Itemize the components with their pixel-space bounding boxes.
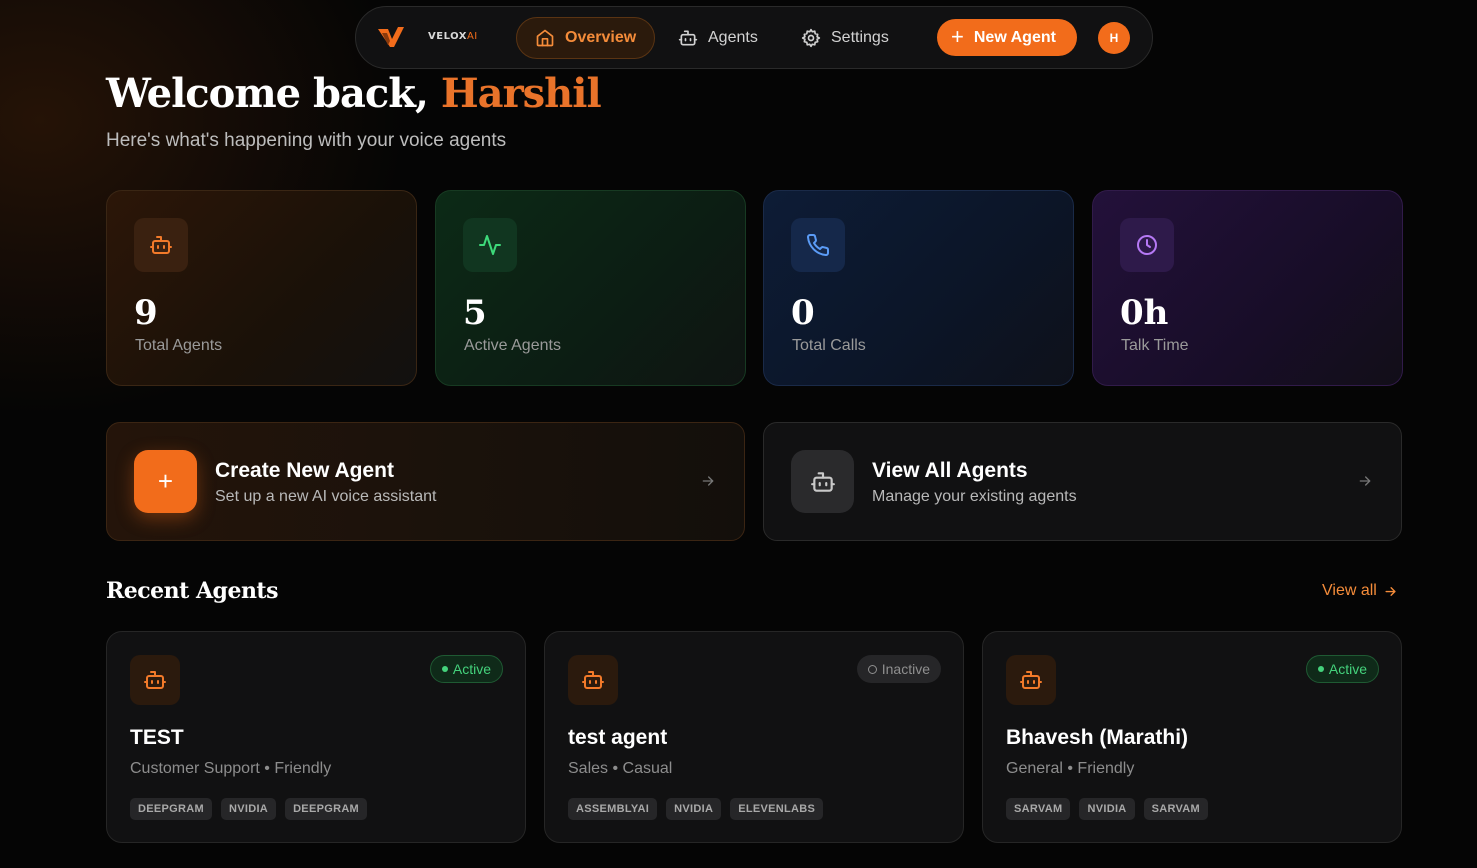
new-agent-label: New Agent — [973, 28, 1056, 46]
nav-item-label: Overview — [565, 29, 637, 46]
agent-name: test agent — [568, 726, 668, 749]
bot-icon — [568, 655, 618, 705]
status-label: Active — [1328, 661, 1367, 677]
brand-logo-ai: AI — [466, 31, 478, 42]
stat-value: 0 — [791, 293, 815, 333]
stat-label: Active Agents — [464, 337, 561, 354]
status-label: Active — [452, 661, 491, 677]
action-title: View All Agents — [872, 459, 1028, 482]
provider-tag: DEEPGRAM — [130, 798, 212, 820]
agent-name: TEST — [130, 726, 184, 749]
status-badge: Inactive — [856, 655, 941, 683]
user-name: Harshil — [440, 70, 602, 117]
clock-icon — [1120, 218, 1174, 272]
provider-tag: DEEPGRAM — [285, 798, 368, 820]
stat-card-total-calls: 0 Total Calls — [763, 190, 1074, 386]
plus-icon: + — [951, 23, 964, 49]
arrow-right-icon — [702, 476, 714, 486]
page-title: Welcome back, Harshil — [106, 70, 602, 117]
provider-tag: ASSEMBLYAI — [568, 798, 658, 820]
recent-agents-heading: Recent Agents — [106, 578, 278, 604]
stat-label: Total Calls — [792, 337, 866, 354]
bot-icon — [134, 218, 188, 272]
agent-name: Bhavesh (Marathi) — [1006, 726, 1189, 749]
velox-logo-icon[interactable] — [376, 25, 406, 51]
bot-icon — [130, 655, 180, 705]
home-icon — [536, 29, 554, 47]
nav-item-label: Agents — [708, 29, 758, 46]
provider-tag: NVIDIA — [666, 798, 722, 820]
new-agent-button[interactable]: + New Agent — [937, 19, 1077, 56]
agent-card[interactable]: Active Bhavesh (Marathi) General • Frien… — [982, 631, 1402, 843]
action-title: Create New Agent — [215, 459, 394, 482]
action-description: Set up a new AI voice assistant — [215, 488, 437, 505]
stat-label: Total Agents — [135, 337, 223, 354]
page-subtitle: Here's what's happening with your voice … — [106, 130, 507, 151]
nav-item-agents[interactable]: Agents — [678, 17, 758, 59]
phone-icon — [791, 218, 845, 272]
agent-card[interactable]: Inactive test agent Sales • Casual ASSEM… — [544, 631, 964, 843]
gear-icon — [801, 28, 821, 48]
stat-value: 5 — [463, 293, 487, 333]
brand-logo-text[interactable]: VELOXAI — [428, 31, 478, 42]
status-circle-icon — [867, 664, 877, 674]
provider-tags: ASSEMBLYAI NVIDIA ELEVENLABS — [568, 798, 824, 820]
arrow-right-icon — [1359, 476, 1371, 486]
nav-item-label: Settings — [831, 29, 889, 46]
top-nav: VELOXAI Overview Agents Settings + New A… — [355, 6, 1153, 69]
create-new-agent-card[interactable]: + Create New Agent Set up a new AI voice… — [106, 422, 745, 541]
brand-logo-velox: VELOX — [428, 31, 467, 42]
view-all-agents-card[interactable]: View All Agents Manage your existing age… — [763, 422, 1402, 541]
bot-icon — [791, 450, 854, 513]
stat-label: Talk Time — [1121, 337, 1189, 354]
activity-icon — [463, 218, 517, 272]
provider-tag: ELEVENLABS — [730, 798, 824, 820]
status-dot-icon — [1317, 666, 1324, 672]
bot-icon — [1006, 655, 1056, 705]
stat-value: 0h — [1120, 293, 1169, 333]
stat-card-total-agents: 9 Total Agents — [106, 190, 417, 386]
agent-card[interactable]: Active TEST Customer Support • Friendly … — [106, 631, 526, 843]
status-label: Inactive — [881, 661, 930, 677]
agent-meta: Customer Support • Friendly — [130, 760, 332, 777]
action-description: Manage your existing agents — [872, 488, 1077, 505]
status-dot-icon — [441, 666, 448, 672]
avatar[interactable]: H — [1098, 22, 1130, 54]
stat-value: 9 — [134, 293, 158, 333]
bot-icon — [678, 30, 698, 46]
view-all-label: View all — [1322, 582, 1377, 599]
view-all-link[interactable]: View all — [1322, 582, 1398, 600]
plus-icon: + — [134, 450, 197, 513]
stat-card-active-agents: 5 Active Agents — [435, 190, 746, 386]
provider-tag: NVIDIA — [1079, 798, 1135, 820]
agent-meta: General • Friendly — [1006, 760, 1135, 777]
arrow-right-icon — [1385, 586, 1396, 596]
nav-item-overview[interactable]: Overview — [516, 17, 655, 59]
status-badge: Active — [429, 655, 503, 683]
provider-tags: SARVAM NVIDIA SARVAM — [1006, 798, 1209, 820]
nav-item-settings[interactable]: Settings — [801, 17, 889, 59]
provider-tag: NVIDIA — [220, 798, 277, 820]
provider-tag: SARVAM — [1143, 798, 1209, 820]
status-badge: Active — [1305, 655, 1379, 683]
welcome-prefix: Welcome back, — [106, 70, 429, 117]
provider-tags: DEEPGRAM NVIDIA DEEPGRAM — [130, 798, 368, 820]
provider-tag: SARVAM — [1006, 798, 1071, 820]
agent-meta: Sales • Casual — [568, 760, 673, 777]
stat-card-talk-time: 0h Talk Time — [1092, 190, 1403, 386]
